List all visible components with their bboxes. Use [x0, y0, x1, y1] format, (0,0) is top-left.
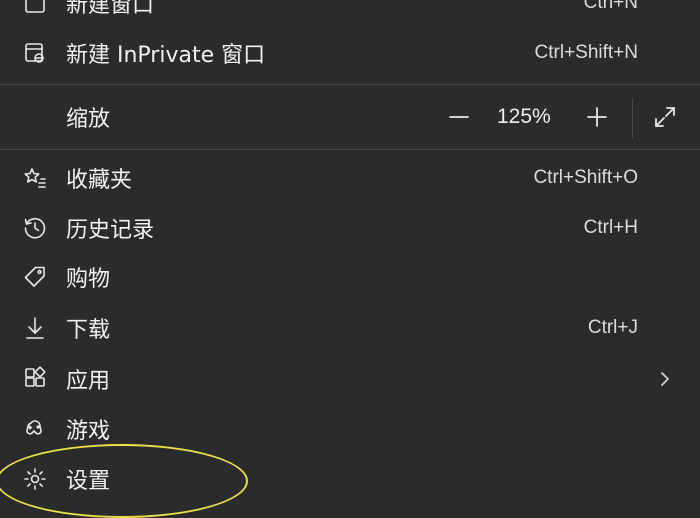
inprivate-window-icon [20, 38, 50, 68]
menu-item-label: 下载 [66, 318, 111, 343]
shortcut-text: Ctrl+H [583, 217, 638, 238]
menu-item-label: 新建 InPrivate 窗口 [66, 43, 266, 68]
menu-item-new-inprivate-window[interactable]: 新建 InPrivate 窗口 Ctrl+Shift+N [0, 28, 700, 78]
menu-item-shopping[interactable]: 购物 [0, 252, 700, 302]
shortcut-text: Ctrl+J [587, 317, 638, 338]
shortcut-text: Ctrl+N [583, 0, 638, 13]
fullscreen-icon [655, 107, 675, 127]
menu-item-apps[interactable]: 应用 [0, 354, 700, 404]
download-arrow-icon [20, 313, 50, 343]
zoom-row: 缩放 125% [0, 89, 700, 145]
price-tag-icon [20, 262, 50, 292]
menu-item-label: 新建窗口 [66, 0, 155, 18]
zoom-out-button[interactable] [441, 99, 477, 135]
zoom-label: 缩放 [66, 107, 111, 132]
window-icon [20, 0, 50, 18]
star-list-icon [20, 163, 50, 193]
apps-grid-icon [20, 364, 50, 394]
browser-settings-menu: 新建窗口 Ctrl+N 新建 InPrivate 窗口 Ctrl+Shift+N… [0, 0, 700, 518]
menu-item-label: 游戏 [66, 419, 111, 444]
menu-divider [0, 84, 700, 85]
plus-icon [587, 107, 607, 127]
menu-item-label: 收藏夹 [66, 168, 133, 193]
highlight-annotation [0, 444, 248, 518]
menu-item-label: 历史记录 [66, 218, 155, 243]
zoom-in-button[interactable] [579, 99, 615, 135]
shortcut-text: Ctrl+Shift+N [534, 42, 638, 63]
gamepad-icon [20, 414, 50, 444]
history-clock-icon [20, 213, 50, 243]
zoom-separator [632, 98, 633, 138]
chevron-right-icon [655, 369, 675, 389]
minus-icon [449, 116, 469, 118]
menu-item-new-window[interactable]: 新建窗口 Ctrl+N [0, 0, 700, 28]
menu-item-history[interactable]: 历史记录 Ctrl+H [0, 203, 700, 253]
shortcut-text: Ctrl+Shift+O [533, 167, 638, 188]
fullscreen-button[interactable] [647, 99, 683, 135]
menu-item-label: 购物 [66, 267, 111, 292]
menu-divider [0, 149, 700, 150]
zoom-level: 125% [497, 105, 551, 128]
menu-item-label: 应用 [66, 369, 111, 394]
menu-item-favorites[interactable]: 收藏夹 Ctrl+Shift+O [0, 153, 700, 203]
menu-item-downloads[interactable]: 下载 Ctrl+J [0, 303, 700, 353]
